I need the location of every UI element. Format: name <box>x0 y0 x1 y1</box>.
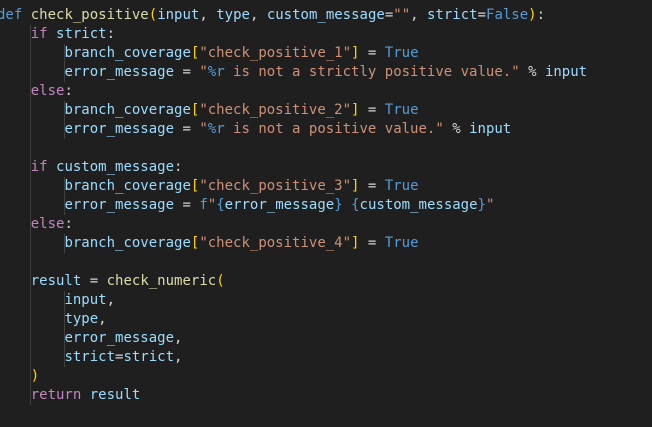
code-line[interactable]: input, <box>0 291 587 310</box>
code-line[interactable]: else: <box>0 82 587 101</box>
code-block[interactable]: def check_positive(input, type, custom_m… <box>0 6 587 405</box>
code-line[interactable]: else: <box>0 215 587 234</box>
code-line[interactable]: ​ <box>0 253 587 272</box>
code-line[interactable]: strict=strict, <box>0 348 587 367</box>
code-line[interactable]: def check_positive(input, type, custom_m… <box>0 6 587 25</box>
code-line[interactable]: result = check_numeric( <box>0 272 587 291</box>
code-line[interactable]: if custom_message: <box>0 158 587 177</box>
code-line[interactable]: error_message, <box>0 329 587 348</box>
code-line[interactable]: if strict: <box>0 25 587 44</box>
code-line[interactable]: error_message = "%r is not a strictly po… <box>0 63 587 82</box>
code-line[interactable]: error_message = f"{error_message} {custo… <box>0 196 587 215</box>
code-line[interactable]: ) <box>0 367 587 386</box>
code-line[interactable]: type, <box>0 310 587 329</box>
code-editor[interactable]: def check_positive(input, type, custom_m… <box>0 0 652 427</box>
code-line[interactable]: return result <box>0 386 587 405</box>
code-line[interactable]: branch_coverage["check_positive_2"] = Tr… <box>0 101 587 120</box>
code-line[interactable]: error_message = "%r is not a positive va… <box>0 120 587 139</box>
code-line[interactable]: branch_coverage["check_positive_3"] = Tr… <box>0 177 587 196</box>
code-line[interactable]: branch_coverage["check_positive_1"] = Tr… <box>0 44 587 63</box>
code-line[interactable]: ​ <box>0 139 587 158</box>
code-line[interactable]: branch_coverage["check_positive_4"] = Tr… <box>0 234 587 253</box>
